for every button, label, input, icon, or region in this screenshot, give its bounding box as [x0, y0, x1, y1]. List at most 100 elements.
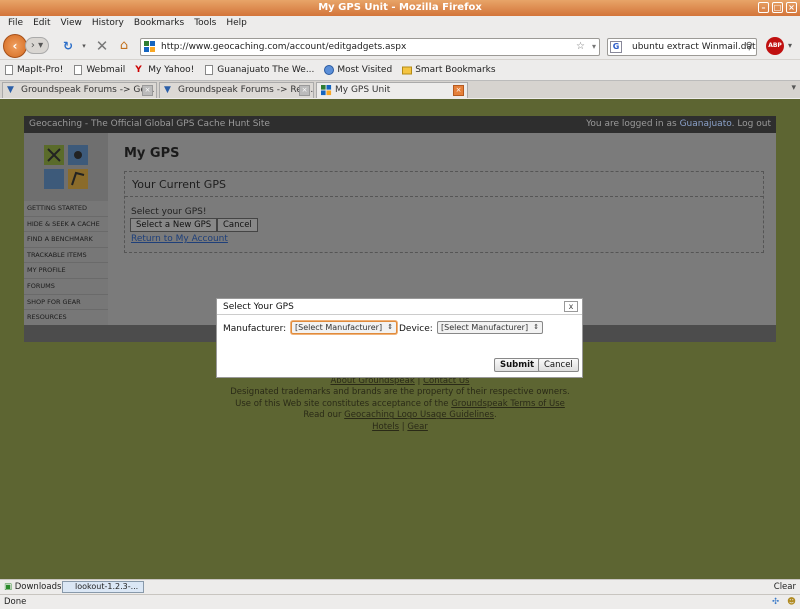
login-status: You are logged in as Guanajuato. Log out	[586, 119, 771, 129]
bookmark-most-visited[interactable]: Most Visited	[324, 61, 392, 79]
tab-label: Groundspeak Forums -> Rep...	[178, 85, 314, 95]
bookmark-label: Smart Bookmarks	[415, 65, 496, 75]
dialog-title: Select Your GPS	[223, 302, 294, 312]
username-link[interactable]: Guanajuato	[680, 119, 732, 129]
tab-close-icon[interactable]: ×	[299, 85, 310, 96]
nav-resources[interactable]: RESOURCES	[24, 310, 108, 326]
navigation-toolbar: ‹ › ▾ ↻ ▾ ✕ ⌂ http://www.geocaching.com/…	[0, 31, 800, 60]
adblock-dropdown-icon[interactable]: ▾	[788, 38, 792, 54]
page-footer: About Groundspeak | Contact Us Designate…	[0, 376, 800, 433]
nav-forums[interactable]: FORUMS	[24, 278, 108, 295]
menu-bookmarks[interactable]: Bookmarks	[129, 16, 189, 30]
bookmark-smart-bookmarks[interactable]: Smart Bookmarks	[402, 61, 496, 79]
menu-tools[interactable]: Tools	[189, 16, 221, 30]
nav-getting-started[interactable]: GETTING STARTED	[24, 201, 108, 217]
manufacturer-label: Manufacturer:	[223, 324, 287, 334]
sync-icon[interactable]: ✣	[772, 595, 779, 609]
hotels-link[interactable]: Hotels	[372, 422, 399, 432]
window-titlebar: My GPS Unit - Mozilla Firefox – □ ×	[0, 0, 800, 16]
logout-link[interactable]: Log out	[737, 119, 771, 129]
google-engine-icon[interactable]: G	[610, 41, 622, 53]
dialog-close-button[interactable]: x	[564, 301, 578, 312]
nav-hide-seek[interactable]: HIDE & SEEK A CACHE	[24, 216, 108, 233]
current-gps-heading: Your Current GPS	[132, 178, 226, 191]
site-body: GETTING STARTED HIDE & SEEK A CACHE FIND…	[24, 133, 776, 326]
site-main: My GPS Your Current GPS Select your GPS!…	[108, 133, 776, 325]
logo-guidelines-link[interactable]: Geocaching Logo Usage Guidelines	[344, 410, 494, 420]
download-item[interactable]: lookout-1.2.3-...	[62, 581, 144, 593]
url-dropdown-icon[interactable]: ▾	[592, 39, 596, 55]
nav-shop-for-gear[interactable]: SHOP FOR GEAR	[24, 294, 108, 311]
submit-button[interactable]: Submit	[494, 358, 541, 372]
tab-my-gps-unit[interactable]: My GPS Unit ×	[316, 82, 468, 98]
forward-button[interactable]: › ▾	[25, 37, 49, 54]
globe-icon	[324, 65, 335, 75]
bookmark-label: Webmail	[86, 65, 126, 75]
site-nav: GETTING STARTED HIDE & SEEK A CACHE FIND…	[24, 201, 108, 326]
addon-icon[interactable]: ☻	[787, 595, 796, 609]
adblock-plus-icon[interactable]: ABP	[766, 37, 784, 55]
home-icon[interactable]: ⌂	[114, 36, 134, 56]
nav-find-benchmark[interactable]: FIND A BENCHMARK	[24, 232, 108, 248]
menu-help[interactable]: Help	[221, 16, 252, 30]
menu-file[interactable]: File	[3, 16, 28, 30]
groundspeak-favicon-icon: ▼	[7, 85, 14, 95]
device-select[interactable]: [Select Manufacturer] ⇕	[437, 321, 544, 334]
nav-trackable-items[interactable]: TRACKABLE ITEMS	[24, 247, 108, 264]
tab-groundspeak-forums-2[interactable]: ▼ Groundspeak Forums -> Rep... ×	[159, 82, 314, 98]
menu-view[interactable]: View	[56, 16, 87, 30]
history-dropdown-icon[interactable]: ▾	[74, 36, 94, 56]
device-selected-value: [Select Manufacturer]	[441, 323, 529, 332]
tab-close-icon[interactable]: ×	[453, 85, 464, 96]
bookmark-label: MapIt-Pro!	[17, 65, 64, 75]
search-bar[interactable]: G ubuntu extract Winmail.dat ⚲	[607, 38, 757, 56]
window-title: My GPS Unit - Mozilla Firefox	[318, 2, 482, 13]
bookmark-webmail[interactable]: Webmail	[73, 61, 125, 79]
cancel-button[interactable]: Cancel	[217, 218, 258, 232]
tab-label: My GPS Unit	[335, 85, 391, 95]
tab-list-dropdown-icon[interactable]: ▾	[791, 83, 796, 93]
page-icon	[5, 65, 13, 75]
select-new-gps-button[interactable]: Select a New GPS	[130, 218, 218, 232]
box-divider	[125, 196, 763, 197]
select-gps-prompt: Select your GPS!	[131, 207, 207, 217]
downloads-icon: ▣	[4, 582, 13, 592]
gear-link[interactable]: Gear	[407, 422, 428, 432]
return-to-account-link[interactable]: Return to My Account	[131, 234, 228, 244]
tab-close-icon[interactable]: ×	[142, 85, 153, 96]
menu-history[interactable]: History	[87, 16, 129, 30]
back-button[interactable]: ‹	[3, 34, 27, 58]
select-arrows-icon: ⇕	[533, 323, 540, 331]
dialog-cancel-button[interactable]: Cancel	[538, 358, 579, 372]
folder-icon	[402, 66, 413, 75]
tab-label: Groundspeak Forums -> Ge...	[21, 85, 155, 95]
groundspeak-favicon-icon: ▼	[164, 85, 171, 95]
tab-groundspeak-forums-1[interactable]: ▼ Groundspeak Forums -> Ge... ×	[2, 82, 157, 98]
clear-downloads-button[interactable]: Clear	[774, 580, 796, 594]
geocaching-logo-icon[interactable]	[44, 145, 88, 189]
bookmarks-toolbar: MapIt-Pro! Webmail Y My Yahoo! Guanajuat…	[0, 61, 800, 79]
bookmark-guanajuato[interactable]: Guanajuato The We...	[204, 61, 314, 79]
bookmark-label: Most Visited	[337, 65, 393, 75]
select-arrows-icon: ⇕	[387, 323, 394, 331]
search-icon[interactable]: ⚲	[746, 39, 753, 55]
page-icon	[205, 65, 214, 75]
url-text: http://www.geocaching.com/account/editga…	[161, 42, 407, 52]
bookmark-mapit-pro[interactable]: MapIt-Pro!	[4, 61, 63, 79]
site-tagline: Geocaching - The Official Global GPS Cac…	[29, 119, 270, 129]
minimize-button[interactable]: –	[758, 2, 769, 13]
nav-my-profile[interactable]: MY PROFILE	[24, 263, 108, 279]
close-window-button[interactable]: ×	[786, 2, 797, 13]
maximize-button[interactable]: □	[772, 2, 783, 13]
bookmark-star-icon[interactable]: ☆	[576, 39, 585, 55]
menu-edit[interactable]: Edit	[28, 16, 55, 30]
downloads-button[interactable]: ▣ Downloads	[4, 580, 61, 594]
bookmark-my-yahoo[interactable]: Y My Yahoo!	[135, 61, 194, 79]
url-bar[interactable]: http://www.geocaching.com/account/editga…	[140, 38, 600, 56]
geocaching-favicon-icon	[144, 41, 155, 52]
search-input[interactable]: ubuntu extract Winmail.dat	[632, 39, 756, 56]
download-filename: lookout-1.2.3-...	[75, 582, 139, 591]
manufacturer-select[interactable]: [Select Manufacturer] ⇕	[291, 321, 398, 334]
stop-icon[interactable]: ✕	[92, 36, 112, 56]
terms-of-use-link[interactable]: Groundspeak Terms of Use	[451, 399, 565, 409]
